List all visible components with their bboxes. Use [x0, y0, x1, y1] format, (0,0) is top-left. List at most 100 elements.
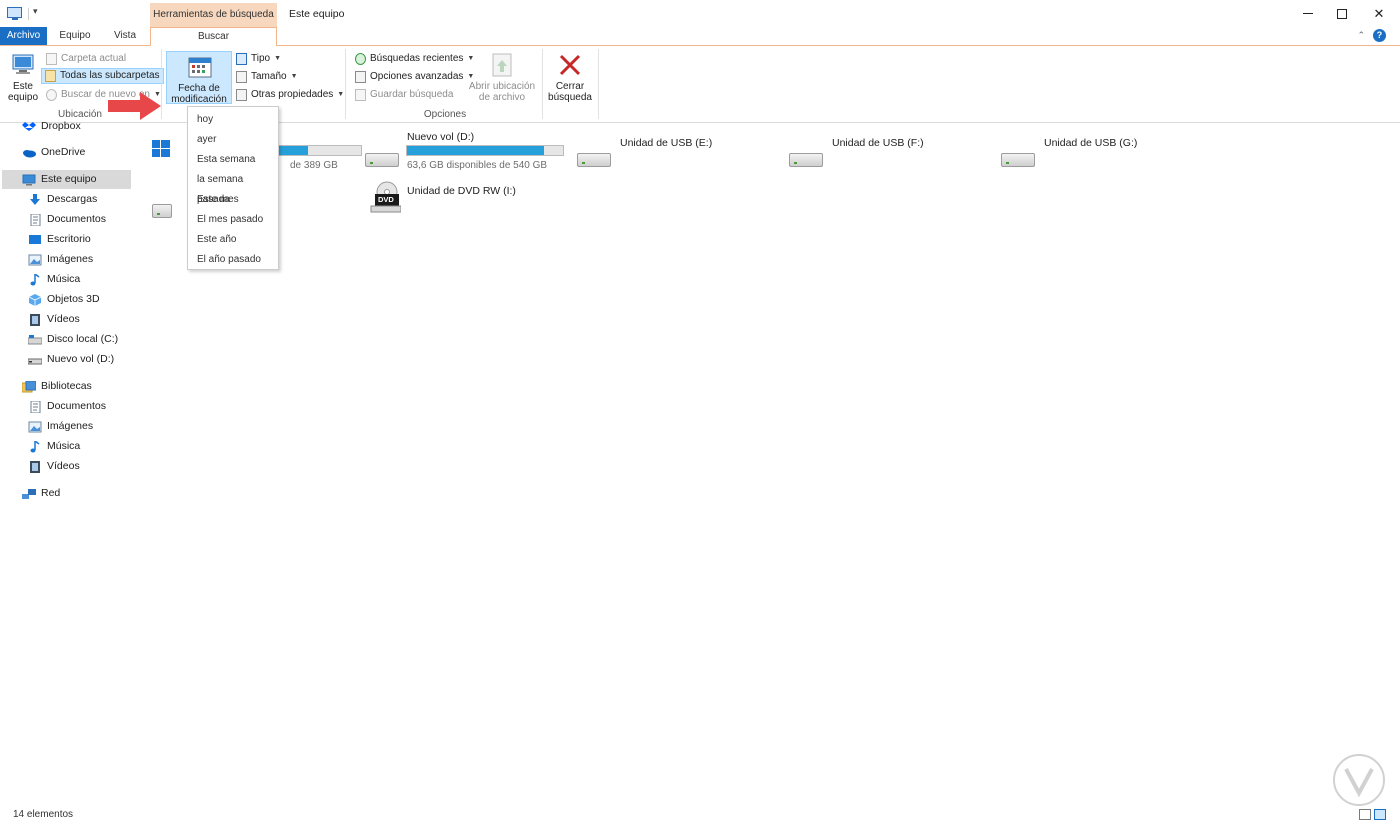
- advanced-options-icon: [355, 71, 366, 83]
- sidebar-item-lib-pictures[interactable]: Imágenes: [28, 417, 93, 436]
- all-subfolders-label: Todas las subcarpetas: [60, 70, 160, 81]
- other-properties-button[interactable]: Otras propiedades ▼: [233, 87, 347, 103]
- sidebar-item-local-disk-c[interactable]: Disco local (C:): [28, 330, 118, 349]
- windows-logo-icon: [152, 140, 170, 157]
- sidebar-item-downloads[interactable]: Descargas: [28, 190, 97, 209]
- this-pc-icon: [22, 174, 36, 185]
- size-button[interactable]: Tamaño ▼: [233, 69, 301, 85]
- sidebar-item-lib-videos[interactable]: Vídeos: [28, 457, 80, 476]
- close-icon: ✕: [1373, 5, 1385, 21]
- download-icon: [30, 193, 40, 205]
- size-label: Tamaño: [251, 71, 287, 82]
- collapse-ribbon-icon[interactable]: ⌃: [1357, 30, 1365, 41]
- menu-item-yesterday[interactable]: ayer: [188, 130, 278, 150]
- watermark-logo-icon: [1333, 754, 1385, 806]
- drive-usb-f[interactable]: Unidad de USB (F:): [789, 137, 969, 171]
- sidebar-item-this-pc[interactable]: Este equipo: [2, 170, 131, 189]
- close-search-button[interactable]: Cerrar búsqueda: [547, 52, 593, 103]
- sidebar-item-lib-music[interactable]: Música: [28, 437, 80, 456]
- drive-d-name: Nuevo vol (D:): [407, 131, 475, 143]
- customize-quick-access-icon[interactable]: ▾: [33, 6, 38, 17]
- chevron-down-icon: ▼: [274, 55, 282, 62]
- sidebar-item-music[interactable]: Música: [28, 270, 80, 289]
- type-button[interactable]: Tipo ▼: [233, 51, 284, 67]
- sidebar-item-desktop[interactable]: Escritorio: [28, 230, 91, 249]
- recent-searches-label: Búsquedas recientes: [370, 53, 464, 64]
- desktop-icon: [29, 234, 41, 244]
- save-search-label: Guardar búsqueda: [370, 89, 454, 100]
- menu-item-this-week[interactable]: Esta semana: [188, 150, 278, 170]
- tab-search[interactable]: Buscar: [150, 27, 277, 46]
- menu-item-last-month[interactable]: El mes pasado: [188, 210, 278, 230]
- tiles-view-icon[interactable]: [1374, 809, 1386, 820]
- sidebar-item-onedrive[interactable]: OneDrive: [22, 143, 85, 162]
- menu-item-today[interactable]: hoy: [188, 110, 278, 130]
- drive-d[interactable]: Nuevo vol (D:) 63,6 GB disponibles de 54…: [365, 131, 570, 177]
- sidebar-item-network[interactable]: Red: [22, 484, 60, 503]
- this-pc-icon: [12, 54, 34, 74]
- menu-item-this-year[interactable]: Este año: [188, 230, 278, 250]
- sidebar-item-libraries[interactable]: Bibliotecas: [22, 377, 92, 396]
- current-folder-label: Carpeta actual: [61, 53, 127, 64]
- sidebar-label: Red: [41, 487, 61, 499]
- maximize-button[interactable]: [1321, 0, 1363, 27]
- open-file-location-button[interactable]: Abrir ubicación de archivo: [466, 52, 538, 103]
- title-bar: ▾ Herramientas de búsqueda Este equipo ✕: [0, 0, 1400, 27]
- drive-dvd-name: Unidad de DVD RW (I:): [407, 185, 516, 197]
- date-modified-button[interactable]: Fecha de modificación ▼: [166, 51, 232, 115]
- onedrive-icon: [23, 149, 36, 157]
- menu-item-last-week[interactable]: la semana pasada: [188, 170, 278, 205]
- this-pc-icon[interactable]: [7, 7, 22, 20]
- current-folder-button[interactable]: Carpeta actual: [43, 51, 129, 67]
- sidebar-label: Vídeos: [47, 313, 80, 325]
- drive-usb-g[interactable]: Unidad de USB (G:): [1001, 137, 1181, 171]
- advanced-options-button[interactable]: Opciones avanzadas ▼: [352, 69, 477, 85]
- sidebar-label: Escritorio: [47, 233, 91, 245]
- 3d-objects-icon: [28, 293, 42, 306]
- menu-item-last-year[interactable]: El año pasado: [188, 250, 278, 270]
- sidebar-item-videos[interactable]: Vídeos: [28, 310, 80, 329]
- all-subfolders-button[interactable]: Todas las subcarpetas: [41, 68, 164, 84]
- drive-dvd-i[interactable]: DVD Unidad de DVD RW (I:): [365, 181, 585, 217]
- sidebar-label: Nuevo vol (D:): [47, 353, 115, 365]
- ribbon-help-area: ⌃ ?: [1357, 29, 1386, 42]
- chevron-down-icon: ▼: [290, 73, 298, 80]
- sidebar-item-lib-documents[interactable]: Documentos: [28, 397, 106, 416]
- search-tools-context-header: Herramientas de búsqueda: [150, 3, 277, 27]
- file-type-icon: [236, 53, 247, 65]
- menu-item-this-month[interactable]: Este mes: [188, 190, 278, 210]
- tab-computer[interactable]: Equipo: [55, 27, 95, 45]
- drive-usb-e[interactable]: Unidad de USB (E:): [577, 137, 757, 171]
- item-count: 14 elementos: [13, 809, 74, 820]
- music-icon: [30, 440, 40, 452]
- drive-d-free-space: 63,6 GB disponibles de 540 GB: [407, 160, 548, 171]
- tab-view[interactable]: Vista: [105, 27, 145, 45]
- dropbox-icon: [22, 121, 36, 131]
- hard-drive-icon: [365, 153, 399, 167]
- save-search-button[interactable]: Guardar búsqueda: [352, 87, 456, 103]
- group-separator: [542, 49, 543, 119]
- recent-searches-button[interactable]: Búsquedas recientes ▼: [352, 51, 477, 67]
- sidebar-item-pictures[interactable]: Imágenes: [28, 250, 93, 269]
- sidebar-label: Documentos: [47, 213, 106, 225]
- sidebar-label: Descargas: [47, 193, 98, 205]
- ribbon-tabs: Archivo Equipo Vista Buscar ⌃ ?: [0, 27, 1400, 46]
- save-icon: [355, 89, 366, 101]
- maximize-icon: [1337, 8, 1347, 19]
- sidebar-item-new-vol-d[interactable]: Nuevo vol (D:): [28, 350, 114, 369]
- help-icon[interactable]: ?: [1373, 29, 1386, 42]
- open-location-label-2: de archivo: [478, 92, 526, 103]
- recent-searches-icon: [355, 53, 366, 65]
- tab-file[interactable]: Archivo: [0, 27, 47, 45]
- properties-icon: [236, 89, 247, 101]
- details-view-icon[interactable]: [1359, 809, 1371, 820]
- view-switcher: [1359, 809, 1386, 820]
- sidebar-label: Imágenes: [47, 253, 94, 265]
- sidebar-item-dropbox[interactable]: Dropbox: [22, 117, 81, 136]
- close-button[interactable]: ✕: [1358, 0, 1400, 27]
- calendar-icon: [188, 57, 212, 78]
- usb-drive-icon: [577, 153, 611, 167]
- sidebar-item-3d-objects[interactable]: Objetos 3D: [28, 290, 100, 309]
- sidebar-item-documents[interactable]: Documentos: [28, 210, 106, 229]
- this-pc-button[interactable]: Este equipo: [4, 52, 42, 103]
